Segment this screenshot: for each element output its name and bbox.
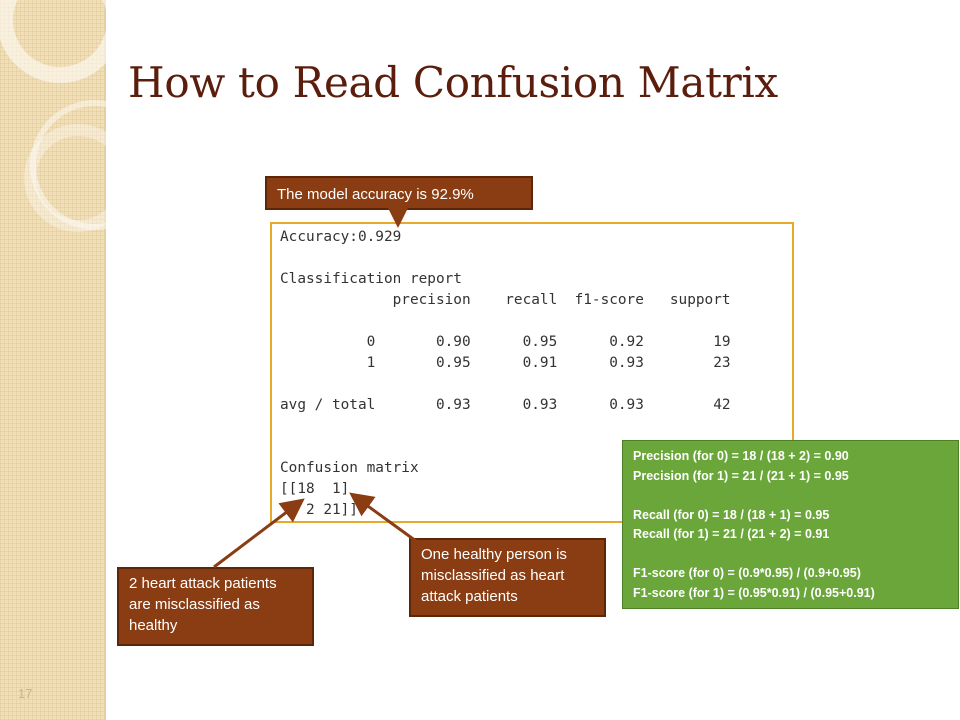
- decorative-circles: [0, 0, 130, 232]
- f1-0-line: F1-score (for 0) = (0.9*0.95) / (0.9+0.9…: [633, 566, 861, 580]
- slide-title: How to Read Confusion Matrix: [128, 58, 778, 107]
- metrics-calculation-box: Precision (for 0) = 18 / (18 + 2) = 0.90…: [622, 440, 959, 609]
- f1-1-line: F1-score (for 1) = (0.95*0.91) / (0.95+0…: [633, 585, 875, 600]
- recall-1-line: Recall (for 1) = 21 / (21 + 2) = 0.91: [633, 527, 830, 541]
- slide-number: 17: [18, 686, 33, 701]
- precision-0-line: Precision (for 0) = 18 / (18 + 2) = 0.90: [633, 449, 849, 463]
- false-negative-callout: 2 heart attack patients are misclassifie…: [117, 567, 314, 646]
- recall-0-line: Recall (for 0) = 18 / (18 + 1) = 0.95: [633, 507, 830, 522]
- false-positive-callout: One healthy person is misclassified as h…: [409, 538, 606, 617]
- accuracy-callout: The model accuracy is 92.9%: [265, 176, 533, 210]
- precision-1-line: Precision (for 1) = 21 / (21 + 1) = 0.95: [633, 468, 849, 483]
